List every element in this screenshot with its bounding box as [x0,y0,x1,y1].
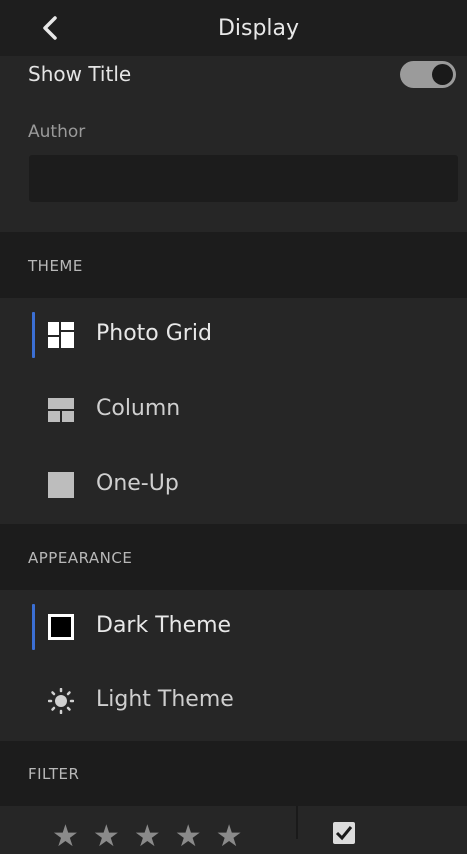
star-icon[interactable]: ★ [93,819,134,854]
filter-divider [296,806,298,839]
theme-item-one-up[interactable]: One-Up [0,450,467,520]
star-rating-filter[interactable]: ★★★★★ [52,822,257,852]
author-label: Author [28,122,86,142]
theme-item-photo-grid[interactable]: Photo Grid [0,300,467,370]
show-title-toggle[interactable] [400,61,456,88]
appearance-section-label: APPEARANCE [28,549,133,567]
photo-grid-icon [48,322,74,348]
appearance-item-light-theme[interactable]: Light Theme [0,666,467,736]
theme-item-label: One-Up [96,471,179,496]
one-up-icon [48,472,74,498]
selection-indicator [32,312,35,358]
theme-item-label: Photo Grid [96,321,212,346]
show-title-label: Show Title [28,62,132,86]
column-layout-icon [48,398,74,422]
toggle-knob [432,64,453,85]
star-icon[interactable]: ★ [175,819,216,854]
header-bar [0,0,467,56]
theme-section-header: THEME [0,232,467,298]
flag-filter-checkbox[interactable] [333,822,355,844]
appearance-item-dark-theme[interactable]: Dark Theme [0,592,467,662]
checkmark-icon [335,826,353,841]
star-icon[interactable]: ★ [216,819,257,854]
appearance-item-label: Light Theme [96,687,234,712]
selection-indicator [32,604,35,650]
appearance-item-label: Dark Theme [96,613,232,638]
filter-section-label: FILTER [28,765,80,783]
theme-item-label: Column [96,396,181,421]
author-input[interactable] [29,155,458,202]
filter-section-header: FILTER [0,741,467,806]
sun-icon [48,688,74,714]
appearance-section-header: APPEARANCE [0,524,467,590]
theme-item-column[interactable]: Column [0,375,467,445]
star-icon[interactable]: ★ [134,819,175,854]
back-button[interactable] [30,8,70,48]
dark-theme-square-icon [48,614,74,640]
theme-section-label: THEME [28,257,83,275]
star-icon[interactable]: ★ [52,819,93,854]
chevron-left-icon [43,16,57,40]
